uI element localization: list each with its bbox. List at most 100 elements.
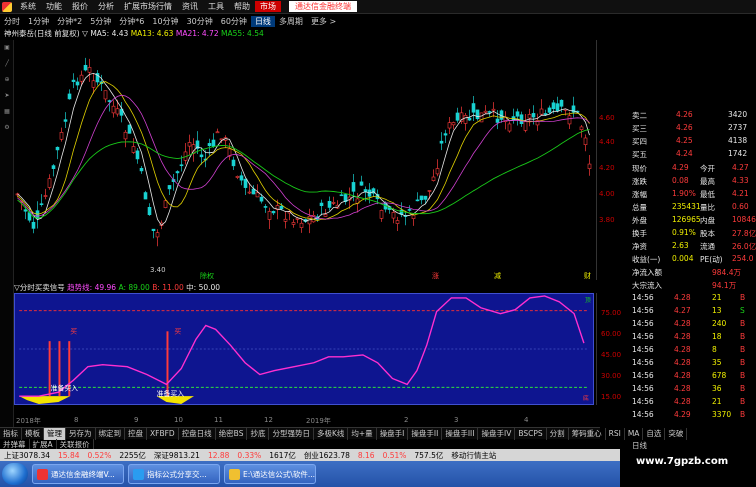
menu-item-news[interactable]: 资讯 xyxy=(177,1,203,12)
zoom-icon[interactable]: ⊕ xyxy=(0,72,14,88)
timeframe-2min[interactable]: 分钟*2 xyxy=(53,16,86,27)
order-book-row: 买五 4.24 1742 xyxy=(632,149,754,160)
menu-item-help[interactable]: 帮助 xyxy=(229,1,255,12)
tick-price: 4.28 xyxy=(674,332,691,341)
candle-body xyxy=(519,114,524,124)
indicator-tab[interactable]: 操盘手IV xyxy=(478,427,516,440)
stat-value: 4.33 xyxy=(732,176,749,185)
sh-index[interactable]: 上证3078.34 xyxy=(0,450,54,461)
menu-item-tools[interactable]: 工具 xyxy=(203,1,229,12)
candle-body xyxy=(539,108,544,115)
candle-body xyxy=(231,159,236,167)
stat-value: 26.0亿 xyxy=(732,242,756,251)
timeframe-5min[interactable]: 5分钟 xyxy=(86,16,115,27)
order-book-price: 4.24 xyxy=(676,149,693,158)
indicator-tab[interactable]: RSI xyxy=(606,427,625,440)
indicator-tab[interactable]: 分割 xyxy=(547,427,569,440)
candle-body xyxy=(467,117,472,121)
flow-value: 984.4万 xyxy=(712,268,741,277)
menu-item-quote[interactable]: 报价 xyxy=(67,1,93,12)
grid-icon[interactable]: ▦ xyxy=(0,104,14,120)
candle-body xyxy=(43,195,48,197)
indicator-tab[interactable]: 分型强势日 xyxy=(269,427,314,440)
indicator-tab[interactable]: 多极K线 xyxy=(314,427,349,440)
indicator-tab[interactable]: BSCPS xyxy=(515,427,547,440)
sz-pct: 0.33% xyxy=(237,450,262,460)
timeframe-more[interactable]: 更多 > xyxy=(307,16,340,27)
indicator-tab[interactable]: 均+量 xyxy=(348,427,377,440)
timeframe-6min[interactable]: 分钟*6 xyxy=(115,16,148,27)
candle-body xyxy=(579,126,584,131)
quote-footer-tab[interactable]: 日线 xyxy=(632,440,754,451)
event-marker-up[interactable]: 涨 xyxy=(432,271,439,280)
tick-side: B xyxy=(740,319,746,328)
oscillator-panel[interactable]: 准备买入 准备买入 买 买 顶 底 xyxy=(14,293,594,405)
chart-tool-icon[interactable]: ▣ xyxy=(0,40,14,56)
menu-item-market[interactable]: 市场 xyxy=(255,1,281,12)
indicator-tab[interactable]: 筹码重心 xyxy=(569,427,606,440)
price-axis: 4.60 4.40 4.20 4.00 3.80 xyxy=(596,40,628,280)
menu-item-analysis[interactable]: 分析 xyxy=(93,1,119,12)
indicator-tab[interactable]: 操盘手I xyxy=(377,427,409,440)
ma-toggle-icon[interactable]: ▽ xyxy=(82,29,88,38)
timeframe-60min[interactable]: 60分钟 xyxy=(217,16,251,27)
indicator-tab[interactable]: 控盘日线 xyxy=(179,427,216,440)
menu-item-function[interactable]: 功能 xyxy=(41,1,67,12)
candle-body xyxy=(439,140,444,144)
cursor-icon[interactable]: ➤ xyxy=(0,88,14,104)
timeframe-tick[interactable]: 分时 xyxy=(0,16,24,27)
event-marker-exright[interactable]: 除权 xyxy=(200,271,214,280)
menu-item-system[interactable]: 系统 xyxy=(15,1,41,12)
indicator-tab[interactable]: 抄底 xyxy=(247,427,270,440)
timeframe-10min[interactable]: 10分钟 xyxy=(148,16,182,27)
stat-value: 4.21 xyxy=(732,189,749,198)
candle-body xyxy=(559,99,564,107)
stat-label: 现价 xyxy=(632,164,647,173)
candle-body xyxy=(63,119,68,122)
indicator-tab[interactable]: 绑定到 xyxy=(96,427,125,440)
timeframe-daily[interactable]: 日线 xyxy=(250,15,275,27)
indicator-tab[interactable]: XFBFD xyxy=(147,427,179,440)
taskbar-item-browser[interactable]: 指标公式分享交... xyxy=(128,464,220,484)
menu-item-extended-market[interactable]: 扩展市场行情 xyxy=(119,1,177,12)
indicator-tab[interactable]: 扩展A xyxy=(30,438,57,450)
candle-body xyxy=(167,185,172,190)
timeframe-multi[interactable]: 多周期 xyxy=(275,16,307,27)
candle-body xyxy=(255,192,260,198)
indicator-tab[interactable]: 关联报价 xyxy=(57,438,94,450)
timeframe-30min[interactable]: 30分钟 xyxy=(183,16,217,27)
oscillator-name[interactable]: ▽分时买卖信号 xyxy=(14,283,65,292)
settings-icon[interactable]: ⚙ xyxy=(0,120,14,136)
candle-body xyxy=(83,64,88,71)
quote-stat-row: 涨幅 1.90% 最低 4.21 xyxy=(632,189,754,200)
order-book-volume: 3420 xyxy=(728,110,748,119)
candle-body xyxy=(531,113,536,118)
indicator-tab[interactable]: 操盘手III xyxy=(442,427,479,440)
start-button[interactable] xyxy=(2,463,28,485)
draw-line-icon[interactable]: ╱ xyxy=(0,56,14,72)
candle-body xyxy=(279,205,284,210)
tick-row: 14:56 4.28 678 B xyxy=(632,371,754,382)
indicator-tab[interactable]: 操盘手II xyxy=(408,427,443,440)
indicator-tab[interactable]: 并弹幕 xyxy=(0,438,30,450)
mobile-server-status[interactable]: 移动行情主站 xyxy=(447,450,500,461)
taskbar-item-tdx[interactable]: 通达信金融终端V... xyxy=(32,464,124,484)
fund-flow-row: 净流入额 984.4万 xyxy=(632,267,754,278)
candle-body xyxy=(211,139,216,147)
event-marker-finance[interactable]: 财 xyxy=(584,271,591,280)
candle-body xyxy=(587,163,592,169)
tick-time: 14:56 xyxy=(632,371,654,380)
sz-index[interactable]: 深证9813.21 xyxy=(150,450,204,461)
cy-index[interactable]: 创业1623.78 xyxy=(300,450,354,461)
candlestick-chart[interactable]: 3.40 除权 涨 减 财 xyxy=(14,40,594,280)
order-book-label: 买三 xyxy=(632,124,647,133)
taskbar-item-folder[interactable]: E:\通达信公式\软件... xyxy=(224,464,316,484)
timeframe-1min[interactable]: 1分钟 xyxy=(24,16,53,27)
browser-app-icon xyxy=(133,468,144,480)
indicator-tab[interactable]: 控盘 xyxy=(125,427,147,440)
stat-label: 涨跌 xyxy=(632,177,647,186)
stat-label: 股本 xyxy=(700,229,715,238)
indicator-tab[interactable]: 绝密BS xyxy=(216,427,248,440)
event-marker-reduce[interactable]: 减 xyxy=(494,271,501,280)
tick-side: S xyxy=(740,306,745,315)
